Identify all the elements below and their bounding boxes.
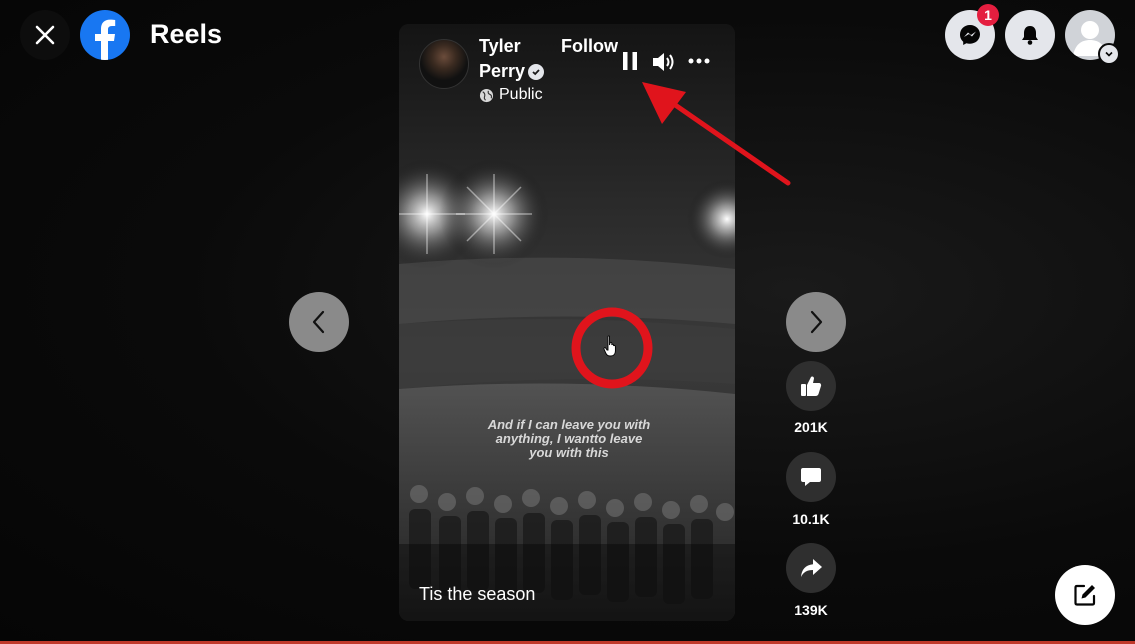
annotation-arrow [642, 82, 791, 186]
more-options-button[interactable] [687, 50, 711, 72]
create-reel-button[interactable] [1055, 565, 1115, 625]
comment-icon [801, 468, 821, 486]
like-count: 201K [794, 419, 828, 435]
edit-icon [1074, 584, 1096, 606]
verified-icon [528, 64, 544, 80]
pause-icon [623, 52, 637, 70]
share-button[interactable] [786, 543, 836, 593]
close-icon [35, 25, 55, 45]
privacy-indicator: Public [479, 86, 543, 104]
account-menu-caret[interactable] [1098, 43, 1120, 65]
notifications-button[interactable] [1005, 10, 1055, 60]
notification-badge: 1 [977, 4, 999, 26]
comment-button[interactable] [786, 452, 836, 502]
follow-button[interactable]: Follow [561, 34, 618, 59]
close-button[interactable] [20, 10, 70, 60]
chevron-right-icon [810, 310, 823, 334]
chevron-left-icon [312, 310, 325, 334]
next-reel-button[interactable] [786, 292, 846, 352]
share-count: 139K [794, 602, 828, 618]
pause-button[interactable] [619, 50, 641, 72]
messenger-icon [960, 25, 980, 45]
privacy-label: Public [499, 86, 543, 103]
more-icon [688, 58, 710, 64]
previous-reel-button[interactable] [289, 292, 349, 352]
facebook-logo[interactable] [80, 10, 130, 60]
page-title: Reels [150, 19, 223, 49]
cursor-hand-icon [603, 335, 616, 357]
chevron-down-icon [1105, 51, 1113, 57]
facebook-f-icon [95, 19, 116, 60]
share-icon [801, 559, 822, 577]
comment-count: 10.1K [792, 511, 830, 527]
bell-icon [1022, 26, 1038, 45]
reel-title: Tis the season [419, 584, 536, 604]
video-caption-overlay: And if I can leave you with anything, I … [487, 417, 651, 460]
like-icon [801, 376, 822, 396]
globe-icon [479, 88, 494, 102]
like-button[interactable] [786, 361, 836, 411]
author-avatar[interactable] [419, 39, 469, 89]
